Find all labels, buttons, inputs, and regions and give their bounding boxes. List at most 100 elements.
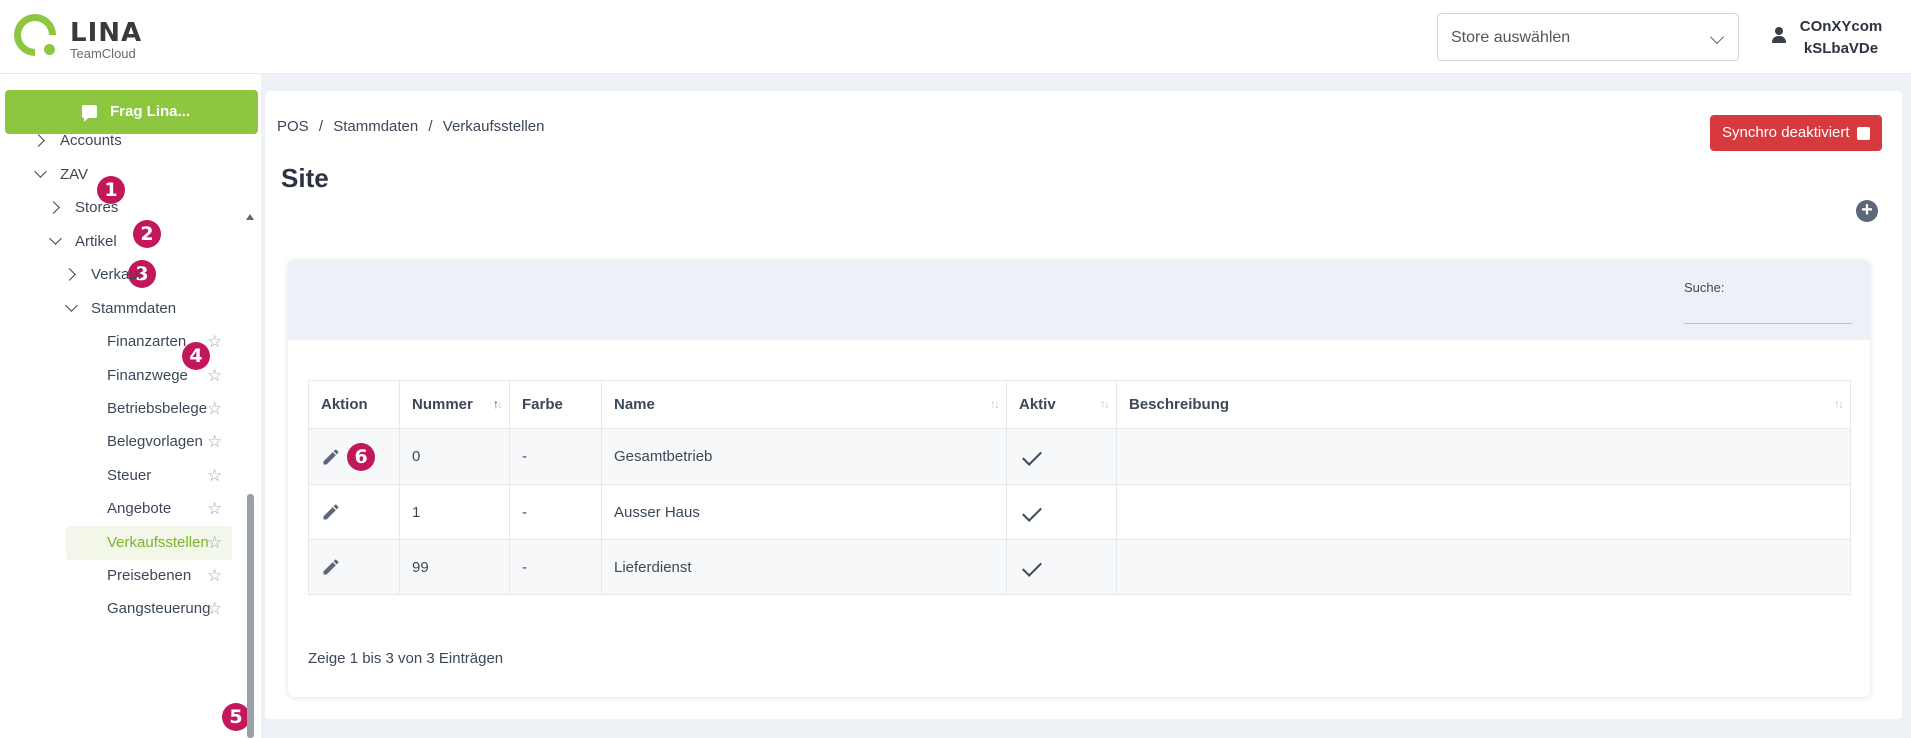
sync-button-label: Synchro deaktiviert: [1722, 124, 1850, 141]
sidebar-item-label: Verkaufsstellen: [107, 534, 209, 551]
column-header-aktion: Aktion: [308, 380, 400, 429]
chevron-down-icon: [49, 232, 62, 245]
scroll-up-arrow[interactable]: [246, 214, 254, 220]
aktiv-cell: [1006, 539, 1117, 595]
sidebar-item-finanzarten[interactable]: Finanzarten ☆: [66, 325, 232, 359]
breadcrumb-separator: /: [318, 118, 324, 135]
sidebar-item-preisebenen[interactable]: Preisebenen ☆: [66, 559, 232, 593]
logo-ring: [5, 5, 65, 65]
sync-toggle-button[interactable]: Synchro deaktiviert: [1710, 115, 1882, 151]
edit-pencil-icon[interactable]: [321, 502, 341, 522]
table-header-row: Aktion Nummer ↑↓ Farbe Name ↑↓ Aktiv ↑↓: [308, 380, 1851, 429]
chevron-right-icon: [32, 134, 45, 147]
sidebar: Frag Lina... Accounts ZAV 1 Stores 2 Art…: [0, 74, 261, 738]
store-select[interactable]: Store auswählen: [1437, 13, 1739, 61]
chevron-down-icon: [1709, 29, 1725, 45]
name-cell: Lieferdienst: [601, 539, 1007, 595]
user-icon[interactable]: [1770, 27, 1788, 45]
user-name-line2: kSLbaVDe: [1803, 40, 1879, 57]
table-row: 6 0 - Gesamtbetrieb: [308, 428, 1851, 485]
column-header-aktiv[interactable]: Aktiv ↑↓: [1006, 380, 1117, 429]
column-header-beschreibung[interactable]: Beschreibung ↑↓: [1116, 380, 1851, 429]
sidebar-item-stammdaten[interactable]: Stammdaten: [61, 292, 241, 326]
annotation-badge: 6: [347, 442, 376, 471]
sidebar-item-label: Accounts: [60, 132, 122, 149]
checkbox-icon: [1857, 127, 1870, 140]
action-cell: [308, 539, 400, 595]
sidebar-item-label: Belegvorlagen: [107, 433, 203, 450]
star-icon[interactable]: ☆: [207, 600, 225, 618]
beschreibung-cell: [1116, 428, 1851, 485]
sidebar-item-verkaufsstellen[interactable]: Verkaufsstellen ☆: [66, 526, 232, 560]
table-info-text: Zeige 1 bis 3 von 3 Einträgen: [308, 650, 504, 667]
sidebar-item-verkauf[interactable]: Verkauf: [61, 258, 241, 292]
sidebar-item-angebote[interactable]: Angebote ☆: [66, 492, 232, 526]
lina-logo[interactable]: LINA TeamCloud: [5, 5, 143, 65]
sidebar-item-label: Finanzarten: [107, 333, 187, 350]
user-name-line1: COnXYcom: [1799, 18, 1883, 35]
star-icon[interactable]: ☆: [207, 367, 225, 385]
sort-icon: ↑↓: [990, 397, 1000, 411]
star-icon[interactable]: ☆: [207, 567, 225, 585]
sidebar-item-label: Steuer: [107, 467, 152, 484]
farbe-cell: -: [509, 539, 602, 595]
column-header-label: Name: [614, 396, 655, 413]
sidebar-item-label: Angebote: [107, 500, 172, 517]
breadcrumb: POS / Stammdaten / Verkaufsstellen: [277, 118, 551, 135]
sidebar-item-zav[interactable]: ZAV: [30, 158, 240, 192]
top-bar: LINA TeamCloud Store auswählen COnXYcom …: [0, 0, 1911, 74]
nummer-cell: 99: [399, 539, 510, 595]
column-header-farbe: Farbe: [509, 380, 602, 429]
sidebar-item-gangsteuerung[interactable]: Gangsteuerung ☆: [66, 592, 232, 626]
star-icon[interactable]: ☆: [207, 400, 225, 418]
main-content: POS / Stammdaten / Verkaufsstellen Synch…: [265, 91, 1902, 719]
sidebar-item-steuer[interactable]: Steuer ☆: [66, 459, 232, 493]
logo-subtitle: TeamCloud: [70, 46, 136, 61]
sidebar-item-label: Finanzwege: [107, 367, 188, 384]
search-label: Suche:: [1684, 280, 1725, 295]
sidebar-item-belegvorlagen[interactable]: Belegvorlagen ☆: [66, 425, 232, 459]
sidebar-item-artikel[interactable]: Artikel: [45, 225, 240, 259]
page-title: Site: [281, 163, 329, 193]
star-icon[interactable]: ☆: [207, 333, 225, 351]
annotation-badge: 5: [222, 703, 250, 731]
edit-pencil-icon[interactable]: [321, 447, 341, 467]
star-icon[interactable]: ☆: [207, 467, 225, 485]
sidebar-item-accounts[interactable]: Accounts: [30, 124, 240, 158]
logo-brand: LINA: [70, 18, 143, 48]
action-cell: 6: [308, 428, 400, 485]
chevron-down-icon: [34, 165, 47, 178]
sidebar-scrollbar[interactable]: [247, 494, 254, 738]
sort-icon: ↑↓: [1834, 397, 1844, 411]
chevron-right-icon: [63, 268, 76, 281]
star-icon[interactable]: ☆: [207, 433, 225, 451]
sidebar-item-label: Preisebenen: [107, 567, 192, 584]
column-header-nummer[interactable]: Nummer ↑↓: [399, 380, 510, 429]
breadcrumb-verkaufsstellen: Verkaufsstellen: [442, 118, 545, 135]
sidebar-item-label: Artikel: [75, 233, 117, 250]
sort-asc-icon: ↑↓: [493, 397, 503, 411]
sidebar-item-finanzwege[interactable]: Finanzwege ☆: [66, 359, 232, 393]
breadcrumb-pos[interactable]: POS: [277, 118, 309, 135]
check-icon: [1022, 556, 1042, 577]
column-header-label: Aktiv: [1019, 396, 1056, 413]
name-cell: Ausser Haus: [601, 484, 1007, 540]
column-header-label: Beschreibung: [1129, 396, 1230, 413]
table-row: 1 - Ausser Haus: [308, 484, 1851, 540]
check-icon: [1022, 446, 1042, 466]
add-button[interactable]: +: [1856, 200, 1878, 222]
edit-pencil-icon[interactable]: [321, 557, 341, 577]
search-input[interactable]: [1684, 300, 1852, 324]
sidebar-item-betriebsbelege[interactable]: Betriebsbelege ☆: [66, 392, 232, 426]
nummer-cell: 0: [399, 428, 510, 485]
farbe-cell: -: [509, 428, 602, 485]
star-icon[interactable]: ☆: [207, 500, 225, 518]
sidebar-item-label: Verkauf: [91, 266, 142, 283]
action-cell: [308, 484, 400, 540]
user-name[interactable]: COnXYcom kSLbaVDe: [1796, 16, 1886, 60]
chevron-down-icon: [65, 299, 78, 312]
star-icon[interactable]: ☆: [207, 534, 225, 552]
breadcrumb-stammdaten[interactable]: Stammdaten: [333, 118, 418, 135]
table-row: 99 - Lieferdienst: [308, 539, 1851, 595]
column-header-name[interactable]: Name ↑↓: [601, 380, 1007, 429]
